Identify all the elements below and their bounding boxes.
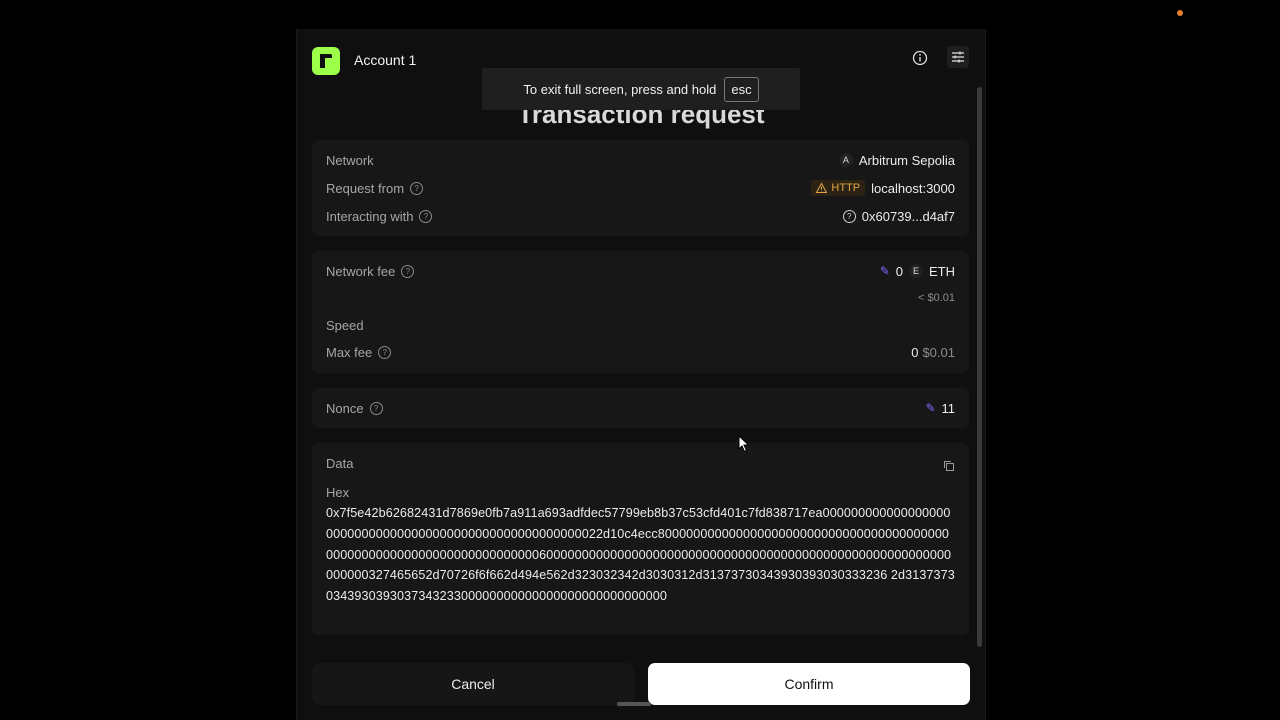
max-fee-row: Max fee? 0 $0.01 [326,342,955,362]
logo-icon [312,47,340,75]
network-row: Network A Arbitrum Sepolia [326,150,955,170]
http-warning-badge: HTTP [811,180,866,196]
help-icon[interactable]: ? [419,209,433,223]
copy-icon[interactable] [943,459,955,477]
max-fee-usd: $0.01 [922,344,955,360]
network-fee-row: Network fee? ✎ 0 E ETH [326,261,955,281]
data-header-row: Data [326,453,955,473]
network-label: Network [326,152,374,168]
help-icon[interactable]: ? [401,264,415,278]
hex-data: 0x7f5e42b62682431d7869e0fb7a911a693adfde… [326,506,955,604]
interacting-label: Interacting with [326,208,414,224]
info-icon[interactable] [909,47,931,69]
fee-usd: < $0.01 [917,292,955,304]
speed-label: Speed [326,317,364,333]
warning-icon [816,183,828,193]
recording-dot [1177,10,1183,16]
nonce-label: Nonce [326,400,364,416]
settings-sliders-icon[interactable] [947,46,969,68]
http-label: HTTP [831,182,861,194]
fee-usd-row: < $0.01 [326,288,955,308]
nonce-card: Nonce? ✎ 11 [312,388,969,428]
wallet-panel: Account 1 To exit full screen, press and… [296,29,986,720]
fullscreen-toast: To exit full screen, press and hold esc [482,68,800,110]
nonce-value: 11 [941,400,956,416]
network-badge: A [838,153,853,167]
details-card: Network A Arbitrum Sepolia Request from?… [312,140,969,236]
account-name[interactable]: Account 1 [354,52,416,68]
help-icon[interactable]: ? [410,181,424,195]
network-fee-value: 0 [895,263,903,279]
interacting-row: Interacting with? ? 0x60739...d4af7 [326,206,955,226]
request-from-label: Request from [326,180,405,196]
speed-row: Speed [326,315,955,335]
home-indicator [617,702,651,706]
token-badge: E [909,264,923,278]
interacting-value[interactable]: 0x60739...d4af7 [862,209,955,224]
request-from-row: Request from? HTTP localhost:3000 [326,178,955,198]
data-label: Data [326,455,354,471]
mouse-cursor-icon [738,434,750,458]
nonce-row: Nonce? ✎ 11 [326,398,955,418]
network-value: Arbitrum Sepolia [858,152,955,168]
max-fee-label: Max fee [326,344,373,360]
confirm-button[interactable]: Confirm [648,663,970,705]
contract-help-icon[interactable]: ? [842,209,856,223]
fee-card: Network fee? ✎ 0 E ETH < $0.01 Speed Max… [312,251,969,373]
cancel-button[interactable]: Cancel [312,663,634,705]
data-card: Data Hex 0x7f5e42b62682431d7869e0fb7a911… [312,443,969,635]
max-fee-value: 0 [911,344,919,360]
edit-nonce-pencil-icon[interactable]: ✎ [925,401,935,415]
help-icon[interactable]: ? [369,401,383,415]
token-symbol: ETH [929,263,955,279]
edit-fee-pencil-icon[interactable]: ✎ [880,264,890,278]
request-from-value: localhost:3000 [871,180,955,196]
network-fee-label: Network fee [326,263,396,279]
toast-message: To exit full screen, press and hold [523,81,717,97]
esc-key: esc [724,76,759,102]
scrollbar[interactable] [977,87,982,647]
hex-label: Hex [326,485,350,500]
help-icon[interactable]: ? [378,345,392,359]
